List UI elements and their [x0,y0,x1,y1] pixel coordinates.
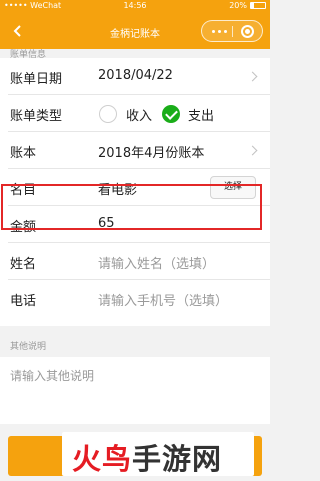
battery-status: 20% [229,1,266,10]
book-value: 2018年4月份账本 [98,146,205,161]
other-section-label: 其他说明 [10,342,47,352]
phone-row: 电话 请输入手机号（选填） [0,280,270,317]
battery-icon [250,2,266,9]
chevron-right-icon [247,71,258,82]
phone-label: 电话 [10,294,37,309]
amount-highlight-box [1,184,262,230]
type-row: 账单类型 收入 支出 [0,95,270,132]
other-notes-textarea[interactable]: 请输入其他说明 [0,357,270,424]
book-label: 账本 [10,146,37,161]
income-label[interactable]: 收入 [126,105,152,124]
battery-fill [251,3,254,8]
date-row[interactable]: 账单日期 2018/04/22 [0,58,270,95]
watermark-text-dark: 手游网 [132,442,223,476]
nav-bar: 金柄记账本 [0,13,270,49]
more-menu-icon[interactable] [212,30,227,33]
date-value: 2018/04/22 [98,68,173,83]
watermark-logo: 火鸟 手游网 [72,436,222,478]
name-label: 姓名 [10,257,37,272]
status-bar: ••••• WeChat 14:56 20% [0,0,270,13]
expense-radio[interactable] [162,105,180,123]
date-label: 账单日期 [10,72,63,87]
close-miniprogram-icon[interactable] [241,25,254,38]
name-input[interactable]: 请输入姓名（选填） [98,253,215,272]
other-notes-placeholder: 请输入其他说明 [10,369,95,383]
income-radio[interactable] [99,105,117,123]
name-row: 姓名 请输入姓名（选填） [0,243,270,280]
watermark-text-red: 火鸟 [72,442,133,476]
phone-input[interactable]: 请输入手机号（选填） [98,290,228,309]
type-label: 账单类型 [10,109,63,124]
expense-label[interactable]: 支出 [188,105,214,124]
battery-percent: 20% [229,1,247,10]
capsule-divider [232,26,233,37]
book-row[interactable]: 账本 2018年4月份账本 [0,132,270,169]
chevron-right-icon [247,145,258,156]
miniprogram-capsule [201,20,263,42]
